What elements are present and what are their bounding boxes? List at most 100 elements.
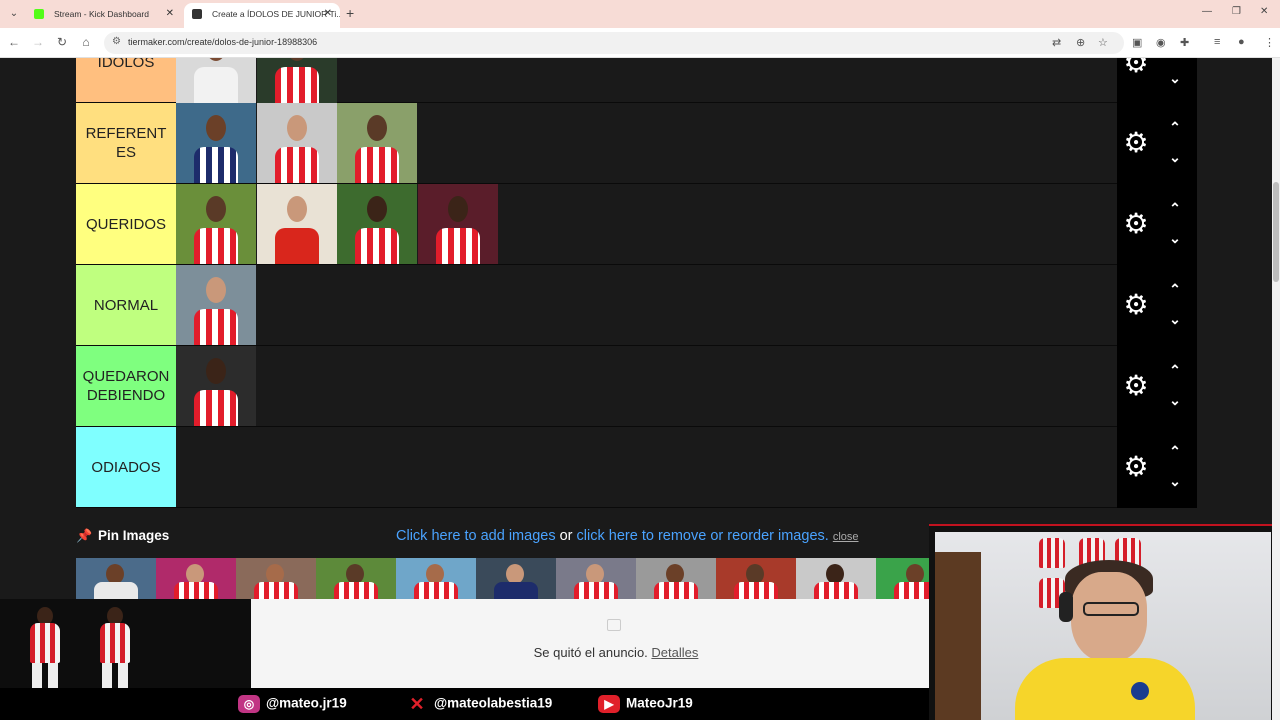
tier-settings-gear-icon[interactable]: ⚙: [1123, 291, 1149, 319]
move-tier-down-icon[interactable]: ⌄: [1165, 150, 1185, 164]
tier-items: [176, 58, 337, 103]
menu-kebab-icon[interactable]: ⋮: [1264, 36, 1275, 49]
translate-icon[interactable]: ⇄: [1052, 36, 1061, 49]
tier-label[interactable]: ÍDOLOS: [76, 58, 176, 102]
tier-label[interactable]: QUEDARON DEBIENDO: [76, 346, 176, 426]
tab-title: Create a ÍDOLOS DE JUNIOR Ti...: [212, 9, 340, 19]
tier-controls: ⚙ ⌃ ⌄: [1117, 427, 1197, 508]
pin-images-label[interactable]: Pin Images: [98, 528, 169, 543]
pool-image[interactable]: [876, 558, 929, 600]
pool-image[interactable]: [236, 558, 316, 600]
media-controls-icon[interactable]: ≡: [1214, 36, 1220, 48]
tier-settings-gear-icon[interactable]: ⚙: [1123, 453, 1149, 481]
url-omnibox[interactable]: ⚙ tiermaker.com/create/dolos-de-junior-1…: [104, 32, 1124, 54]
pool-image[interactable]: [796, 558, 876, 600]
tier-item-image[interactable]: [337, 103, 417, 183]
tier-item-image[interactable]: [256, 103, 337, 183]
tier-label-text: REFERENT ES: [85, 125, 167, 161]
add-images-link[interactable]: Click here to add images: [396, 528, 556, 544]
move-tier-up-icon[interactable]: ⌃: [1165, 201, 1185, 215]
youtube-handle: ▶ MateoJr19: [598, 695, 693, 713]
ad-removed-notice: Se quitó el anuncio. Detalles: [251, 599, 929, 688]
move-tier-up-icon[interactable]: ⌃: [1165, 363, 1185, 377]
kick-favicon-icon: [34, 9, 44, 19]
tier-items: [176, 103, 418, 183]
tier-item-image[interactable]: [256, 58, 337, 103]
tier-item-image[interactable]: [176, 103, 256, 183]
ad-removed-text: Se quitó el anuncio.: [533, 645, 648, 660]
restore-icon[interactable]: ❐: [1232, 6, 1241, 17]
pool-image[interactable]: [396, 558, 476, 600]
back-icon[interactable]: ←: [6, 35, 22, 49]
move-tier-down-icon[interactable]: ⌄: [1165, 71, 1185, 85]
image-pool: [76, 558, 929, 600]
tier-row-normal: NORMAL: [76, 265, 1117, 346]
tier-settings-gear-icon[interactable]: ⚙: [1123, 372, 1149, 400]
tier-label[interactable]: ODIADOS: [76, 427, 176, 507]
youtube-icon: ▶: [598, 695, 620, 713]
move-tier-up-icon[interactable]: ⌃: [1165, 120, 1185, 134]
move-tier-down-icon[interactable]: ⌄: [1165, 312, 1185, 326]
tier-item-image[interactable]: [176, 346, 256, 426]
page-scrollbar[interactable]: [1272, 58, 1280, 720]
extensions-puzzle-icon[interactable]: ✚: [1180, 36, 1189, 49]
pool-image[interactable]: [636, 558, 716, 600]
tiermaker-page: ÍDOLOS ⚙ ⌄ REFERENT ES ⚙ ⌃ ⌄ QUERIDOS ⚙ …: [0, 58, 1280, 720]
move-tier-up-icon[interactable]: ⌃: [1165, 282, 1185, 296]
site-info-icon[interactable]: ⚙: [112, 36, 121, 47]
tier-items: [176, 184, 498, 264]
remove-reorder-images-link[interactable]: click here to remove or reorder images.: [577, 528, 829, 544]
tier-item-image[interactable]: [176, 58, 256, 103]
window-close-icon[interactable]: ✕: [1260, 6, 1268, 17]
tab-search-chevron-icon[interactable]: ⌄: [6, 6, 22, 22]
tier-label[interactable]: NORMAL: [76, 265, 176, 345]
bookmark-star-icon[interactable]: ☆: [1098, 36, 1108, 49]
pool-image[interactable]: [716, 558, 796, 600]
x-handle: ✕ @mateolabestia19: [406, 695, 552, 713]
tier-label[interactable]: REFERENT ES: [76, 103, 176, 183]
move-tier-up-icon[interactable]: ⌃: [1165, 444, 1185, 458]
move-tier-down-icon[interactable]: ⌄: [1165, 231, 1185, 245]
tier-settings-gear-icon[interactable]: ⚙: [1123, 129, 1149, 157]
tier-label[interactable]: QUERIDOS: [76, 184, 176, 264]
home-icon[interactable]: ⌂: [78, 35, 94, 49]
tier-item-image[interactable]: [256, 184, 337, 264]
tier-item-image[interactable]: [337, 184, 417, 264]
tab-title: Stream - Kick Dashboard: [54, 9, 149, 19]
pool-image[interactable]: [476, 558, 556, 600]
pool-image[interactable]: [316, 558, 396, 600]
zoom-icon[interactable]: ⊕: [1076, 36, 1085, 49]
tier-items: [176, 265, 257, 345]
tier-item-image[interactable]: [417, 184, 498, 264]
tier-settings-gear-icon[interactable]: ⚙: [1123, 58, 1149, 77]
tier-settings-gear-icon[interactable]: ⚙: [1123, 210, 1149, 238]
move-tier-down-icon[interactable]: ⌄: [1165, 474, 1185, 488]
minimize-icon[interactable]: —: [1202, 6, 1212, 17]
tier-controls: ⚙ ⌄: [1117, 58, 1197, 103]
move-tier-down-icon[interactable]: ⌄: [1165, 393, 1185, 407]
pool-image[interactable]: [556, 558, 636, 600]
tab-close-icon[interactable]: ✕: [324, 3, 332, 25]
instagram-handle: ◎ @mateo.jr19: [238, 695, 347, 713]
tier-item-image[interactable]: [176, 184, 256, 264]
profile-avatar-icon[interactable]: ●: [1238, 36, 1245, 48]
tab-tiermaker[interactable]: Create a ÍDOLOS DE JUNIOR Ti... ✕: [184, 3, 340, 28]
tab-kick-dashboard[interactable]: Stream - Kick Dashboard ✕: [26, 3, 182, 28]
pool-image[interactable]: [76, 558, 156, 600]
social-handles-bar: ◎ @mateo.jr19 ✕ @mateolabestia19 ▶ MateoJr1…: [0, 688, 930, 720]
extension-icon[interactable]: ▣: [1132, 36, 1142, 49]
forward-icon[interactable]: →: [30, 35, 46, 49]
tier-item-image[interactable]: [176, 265, 256, 345]
pool-image[interactable]: [156, 558, 236, 600]
reload-icon[interactable]: ↻: [54, 35, 70, 49]
close-link[interactable]: close: [833, 531, 859, 543]
extension-icon[interactable]: ◉: [1156, 36, 1166, 49]
overlay-player-image: [88, 605, 142, 697]
streamer-webcam: [929, 524, 1280, 720]
pin-icon[interactable]: 📌: [76, 528, 92, 544]
address-toolbar: ← → ↻ ⌂ ⚙ tiermaker.com/create/dolos-de-…: [0, 28, 1280, 58]
ad-details-link[interactable]: Detalles: [651, 645, 698, 660]
scrollbar-thumb[interactable]: [1273, 182, 1279, 282]
new-tab-plus-icon[interactable]: +: [346, 5, 354, 21]
tab-close-icon[interactable]: ✕: [166, 3, 174, 25]
